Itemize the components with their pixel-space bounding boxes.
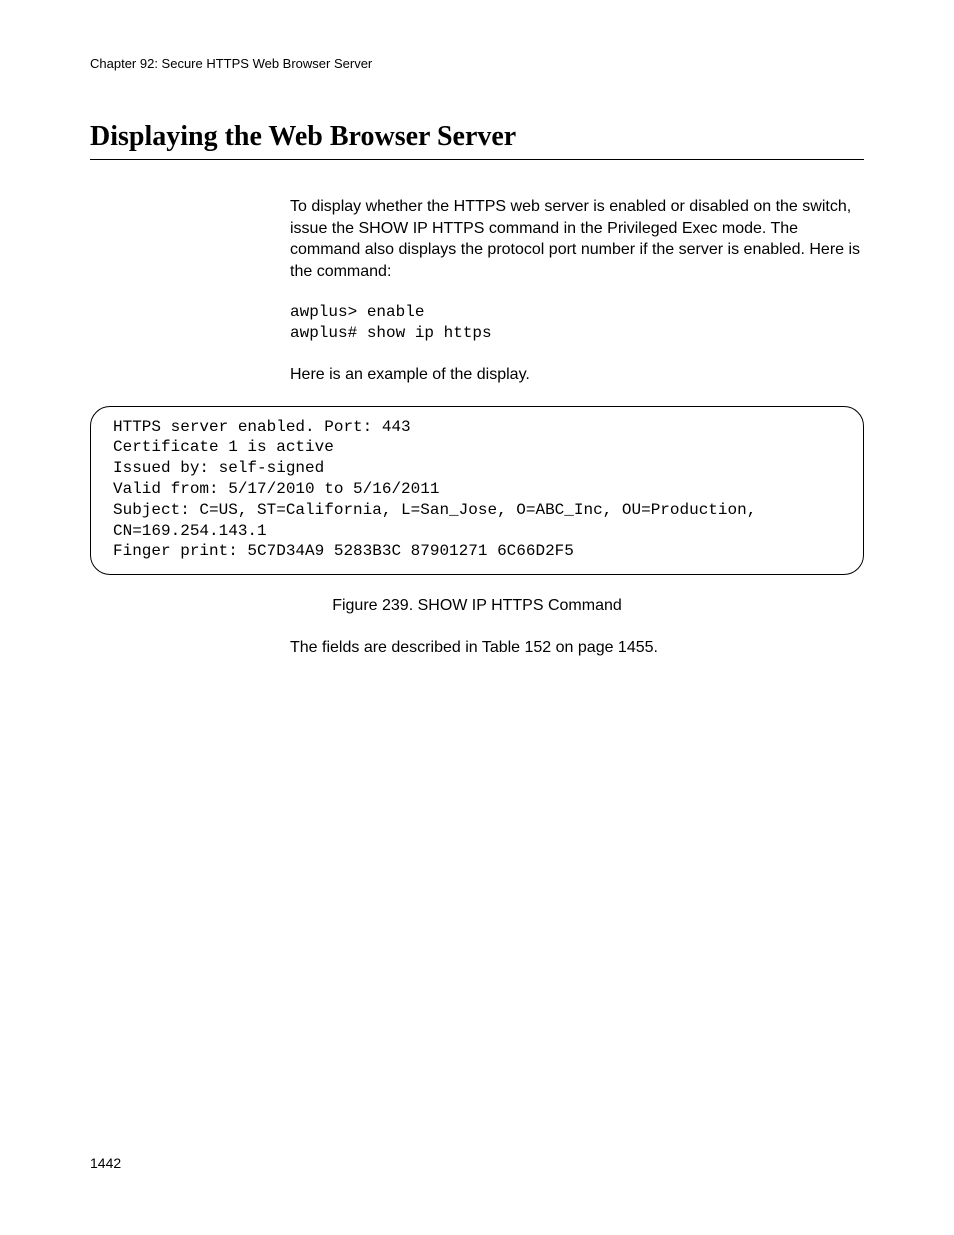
terminal-output-box: HTTPS server enabled. Port: 443 Certific… [90,406,864,576]
example-lead: Here is an example of the display. [290,364,864,386]
fields-reference: The fields are described in Table 152 on… [290,637,864,659]
section-title: Displaying the Web Browser Server [90,121,864,160]
figure-caption: Figure 239. SHOW IP HTTPS Command [90,597,864,615]
command-block: awplus> enable awplus# show ip https [290,302,864,344]
page-number: 1442 [90,1155,121,1171]
chapter-header: Chapter 92: Secure HTTPS Web Browser Ser… [90,56,864,71]
intro-paragraph: To display whether the HTTPS web server … [290,196,864,282]
